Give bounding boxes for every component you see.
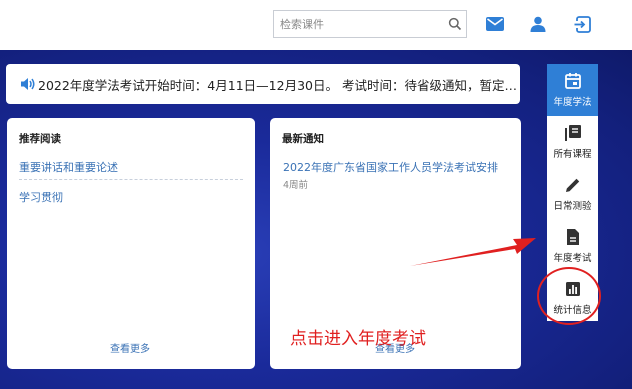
recommend-card: 推荐阅读 重要讲话和重要论述 学习贯彻 查看更多 [7,118,255,369]
sidebar-item-all-courses[interactable]: 所有课程 [547,116,598,168]
sidebar-item-annual-exam[interactable]: 年度考试 [547,220,598,272]
user-icon[interactable] [527,13,549,35]
notice-bar[interactable]: 2022年度学法考试开始时间：4月11日—12月30日。 考试时间：待省级通知，… [6,64,520,104]
speaker-icon [21,78,35,90]
recommend-more-link[interactable]: 查看更多 [110,340,150,355]
search-box[interactable] [273,10,467,38]
library-icon [564,125,581,141]
sidebar-item-label: 日常测验 [553,201,592,212]
recommend-item[interactable]: 重要讲话和重要论述 [19,159,118,175]
news-item-title[interactable]: 2022年度广东省国家工作人员学法考试安排 [283,159,498,175]
sidebar-item-label: 统计信息 [553,305,592,316]
recommend-item[interactable]: 学习贯彻 [19,189,63,205]
mail-icon[interactable] [484,13,506,35]
news-item-time: 4周前 [283,180,309,191]
annotation-text: 点击进入年度考试 [290,329,426,349]
search-icon[interactable] [448,17,462,31]
document-icon [566,229,579,245]
recommend-title: 推荐阅读 [19,133,61,145]
top-bar [0,0,632,50]
sidebar-item-statistics[interactable]: 统计信息 [547,272,598,324]
sidebar-item-label: 年度考试 [553,253,592,264]
sidebar-item-label: 年度学法 [553,97,592,108]
notice-text: 2022年度学法考试开始时间：4月11日—12月30日。 考试时间：待省级通知，… [38,77,518,93]
sidebar: 年度学法 所有课程 日常测验 年度考试 统计信息 [547,64,598,321]
sidebar-item-label: 所有课程 [553,149,592,160]
news-title: 最新通知 [282,133,324,145]
search-input[interactable] [274,11,444,37]
sidebar-item-daily-quiz[interactable]: 日常测验 [547,168,598,220]
divider [19,179,243,180]
sidebar-item-annual-study[interactable]: 年度学法 [547,64,598,116]
main-area: 2022年度学法考试开始时间：4月11日—12月30日。 考试时间：待省级通知，… [0,50,632,389]
bar-chart-icon [565,282,580,296]
calendar-icon [564,73,581,89]
exit-icon[interactable] [571,13,593,35]
pencil-icon [565,178,579,192]
